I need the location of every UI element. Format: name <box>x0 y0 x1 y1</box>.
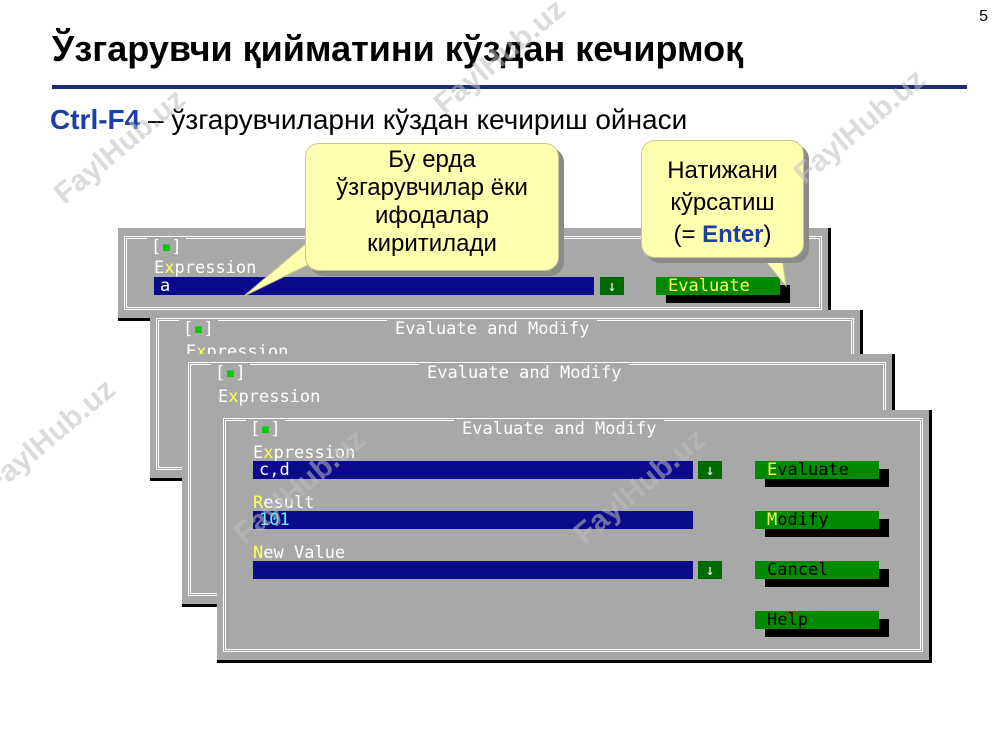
help-button[interactable]: Help <box>755 611 879 629</box>
dialog-title: Evaluate and Modify <box>454 419 665 439</box>
callout-line: киритилади <box>367 230 497 257</box>
new-value-history-arrow[interactable]: ↓ <box>698 561 722 579</box>
enter-key: Enter <box>702 221 764 248</box>
expression-input[interactable]: a <box>154 277 594 295</box>
close-box[interactable]: [▪] <box>246 419 285 439</box>
subtitle-text: – ўзгарувчиларни кўздан кечириш ойнаси <box>140 104 688 135</box>
slide-title: Ўзгарувчи қийматини кўздан кечирмоқ <box>52 28 744 69</box>
result-field[interactable]: 101 <box>253 511 693 529</box>
watermark: FaylHub.uz <box>0 372 122 501</box>
history-arrow-button[interactable]: ↓ <box>600 277 624 295</box>
modify-button[interactable]: Modify <box>755 511 879 529</box>
expression-label: Expression <box>218 387 321 407</box>
shortcut-key: Ctrl-F4 <box>50 104 141 135</box>
slide-number: 5 <box>979 8 988 25</box>
callout-line: Натижани <box>667 157 778 184</box>
dialog-title: Evaluate and Modify <box>419 363 630 383</box>
watermark: FaylHub.uz <box>47 82 192 211</box>
cancel-button[interactable]: Cancel <box>755 561 879 579</box>
expression-input[interactable]: c,d <box>253 461 693 479</box>
close-box[interactable]: [▪] <box>147 237 186 257</box>
close-box[interactable]: [▪] <box>179 319 218 339</box>
title-underline <box>52 85 967 89</box>
callout-input-note: Бу ерда ўзгарувчилар ёки ифодалар кирити… <box>305 143 559 271</box>
close-box[interactable]: [▪] <box>211 363 250 383</box>
watermark: FaylHub.uz <box>787 62 932 191</box>
evaluate-button[interactable]: Evaluate <box>755 461 879 479</box>
callout-line: (= Enter) <box>673 221 772 248</box>
callout-line: Бу ерда <box>388 146 476 173</box>
new-value-input[interactable] <box>253 561 693 579</box>
expression-history-arrow[interactable]: ↓ <box>698 461 722 479</box>
callout-line: кўрсатиш <box>670 189 775 216</box>
callout-line: ўзгарувчилар ёки <box>336 174 528 201</box>
new-value-label: New Value <box>253 543 346 563</box>
evaluate-dialog-4: [▪] Evaluate and Modify Expression c,d ↓… <box>217 410 932 663</box>
callout-line: ифодалар <box>374 202 490 229</box>
slide-subtitle: Ctrl-F4 – ўзгарувчиларни кўздан кечириш … <box>50 104 687 136</box>
callout-evaluate-note: Натижани кўрсатиш (= Enter) <box>641 140 804 258</box>
dialog-title: Evaluate and Modify <box>387 319 598 339</box>
